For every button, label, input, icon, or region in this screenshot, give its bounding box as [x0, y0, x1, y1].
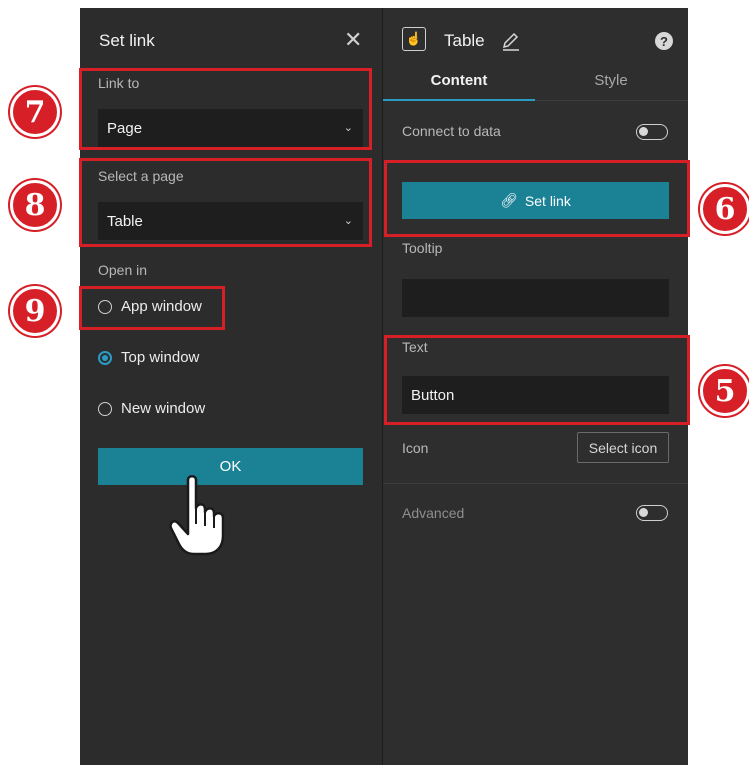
active-tab-indicator — [383, 99, 535, 101]
edit-pencil-icon[interactable] — [500, 30, 522, 52]
icon-label: Icon — [402, 440, 429, 456]
widget-title: Table — [444, 31, 485, 50]
step-badge-7: 7 — [10, 87, 60, 137]
step-badge-5: 5 — [700, 366, 749, 416]
ok-button[interactable]: OK — [98, 448, 363, 485]
advanced-label: Advanced — [402, 505, 465, 521]
radio-new-window[interactable]: New window — [98, 400, 205, 417]
tab-style[interactable]: Style — [535, 72, 687, 89]
tab-divider — [535, 100, 688, 101]
radio-label: Top window — [121, 349, 200, 366]
help-icon[interactable]: ? — [655, 32, 673, 50]
advanced-toggle[interactable] — [636, 505, 668, 521]
close-icon[interactable]: ✕ — [344, 27, 362, 53]
highlight-box-select-page — [79, 158, 372, 247]
step-badge-8: 8 — [10, 180, 60, 230]
radio-label: New window — [121, 400, 206, 417]
connect-to-data-toggle[interactable] — [636, 124, 668, 140]
hand-pointer-icon — [169, 475, 225, 556]
section-divider — [383, 483, 688, 484]
tooltip-label: Tooltip — [402, 240, 443, 256]
open-in-label: Open in — [98, 262, 148, 278]
highlight-box-set-link — [384, 160, 690, 237]
step-badge-6: 6 — [700, 184, 749, 234]
tab-content[interactable]: Content — [383, 72, 535, 89]
connect-to-data-label: Connect to data — [402, 123, 501, 139]
select-icon-button[interactable]: Select icon — [577, 432, 669, 463]
highlight-box-app-window — [79, 286, 225, 330]
radio-top-window[interactable]: Top window — [98, 349, 199, 366]
step-badge-9: 9 — [10, 286, 60, 336]
button-widget-icon: ☝ — [402, 27, 426, 51]
panel-title: Set link — [99, 31, 155, 50]
highlight-box-text — [384, 335, 690, 425]
radio-selected-icon — [98, 350, 112, 365]
tooltip-input[interactable] — [402, 279, 669, 317]
highlight-box-link-to — [79, 68, 372, 150]
radio-circle-icon — [98, 401, 112, 416]
